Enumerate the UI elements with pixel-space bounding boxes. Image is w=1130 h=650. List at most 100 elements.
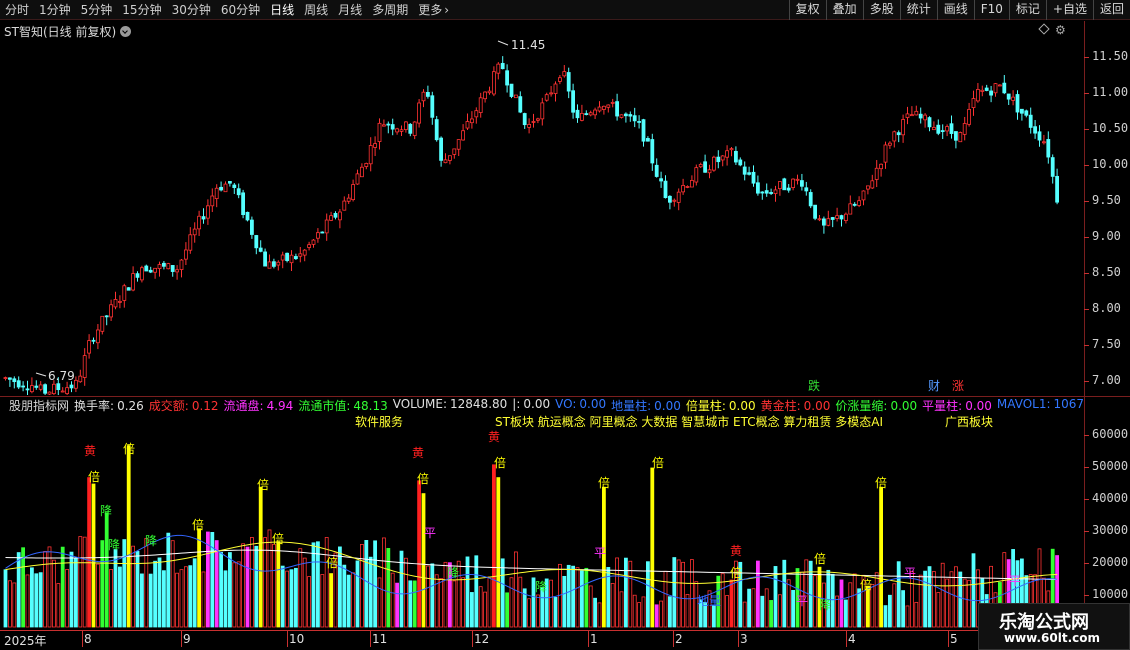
volume-bar xyxy=(197,528,202,628)
toolbar-button-8[interactable]: 返回 xyxy=(1092,0,1130,20)
price-axis-label: 8.00 xyxy=(1092,301,1121,315)
candle-body xyxy=(293,256,298,260)
candle-body xyxy=(808,192,813,207)
toolbar-button-7[interactable]: +自选 xyxy=(1045,0,1093,20)
toolbar-button-0[interactable]: 复权 xyxy=(788,0,826,20)
watermark-url: www.60lt.com xyxy=(1004,631,1101,645)
time-label: 1 xyxy=(590,632,598,646)
indicator-number: 0.00 xyxy=(965,398,992,413)
period-tab-10[interactable]: 更多 › xyxy=(413,0,454,20)
indicator-values: 换手率: 0.26 成交额: 0.12 流通盘: 4.94 流通市值: 48.13 VOLUME… xyxy=(74,397,1084,413)
volume-bar xyxy=(293,567,298,628)
candle-body xyxy=(1042,141,1046,144)
volume-bar xyxy=(791,590,795,628)
price-axis-tick xyxy=(1084,381,1089,382)
indicator-value-2: 流通盘: 4.94 xyxy=(224,397,294,413)
candle-body xyxy=(641,119,646,142)
volume-axis-label: 30000 xyxy=(1092,523,1129,537)
candle-body xyxy=(861,190,866,201)
toolbar-right-buttons: 复权 叠加 多股 统计 画线 F10 标记 +自选 返回 xyxy=(788,0,1130,20)
candle-body xyxy=(738,159,743,166)
candle-body xyxy=(637,121,641,123)
volume-bar xyxy=(461,577,466,628)
volume-bar xyxy=(52,559,56,628)
time-label: 5 xyxy=(950,632,958,646)
candle-body xyxy=(1015,94,1020,113)
volume-chart[interactable]: 软件服务 ST板块 航运概念 阿里概念 大数据 智慧城市 ETC概念 算力租赁 多… xyxy=(0,413,1084,631)
candle-body xyxy=(971,98,976,109)
volume-bar xyxy=(144,538,149,628)
indicator-panel[interactable]: 股朋指标网 换手率: 0.26 成交额: 0.12 流通盘: 4.94 流通市值: 48.13… xyxy=(0,396,1130,630)
signal-label-decrease: 降 xyxy=(145,534,157,548)
candle-body xyxy=(531,121,536,123)
chevron-right-icon[interactable]: › xyxy=(444,3,449,17)
toolbar-button-1[interactable]: 叠加 xyxy=(825,0,863,20)
volume-bar xyxy=(148,573,153,628)
candle-body xyxy=(412,121,417,136)
signal-label-gold: 黄 xyxy=(84,444,96,458)
toolbar-button-2[interactable]: 多股 xyxy=(862,0,900,20)
volume-bar xyxy=(289,569,294,628)
period-tab-8[interactable]: 月线 xyxy=(333,0,367,20)
candle-body xyxy=(373,143,378,148)
volume-bar xyxy=(782,559,787,628)
candle-body xyxy=(932,127,936,131)
indicator-number: 0.00 xyxy=(523,397,551,411)
volume-bar xyxy=(615,557,619,628)
price-chart-panel[interactable]: ST智知(日线 前复权) ⚙ 11.45 6.79 跌财涨 xyxy=(0,21,1130,395)
indicator-name[interactable]: 股朋指标网 xyxy=(9,397,69,413)
candlestick-chart[interactable]: 11.45 6.79 跌 财涨 xyxy=(0,21,1084,395)
signal-label-double: 倍 xyxy=(272,531,284,546)
candle-body xyxy=(602,105,606,110)
volume-bar xyxy=(676,559,681,628)
candle-body xyxy=(514,94,518,99)
concept-label-1: ST板块 航运概念 阿里概念 大数据 智慧城市 ETC概念 算力租赁 多模态AI xyxy=(495,414,883,429)
toolbar-button-3[interactable]: 统计 xyxy=(899,0,937,20)
candle-body xyxy=(452,148,457,155)
candle-body xyxy=(320,231,325,234)
signal-label-gold: 黄 xyxy=(730,544,742,558)
period-tab-9[interactable]: 多周期 xyxy=(367,0,413,20)
period-tab-0[interactable]: 分时 xyxy=(0,0,34,20)
volume-bar xyxy=(395,582,400,628)
candle-body xyxy=(183,249,188,260)
volume-bar xyxy=(280,565,285,628)
period-tab-3[interactable]: 15分钟 xyxy=(117,0,166,20)
indicator-label: 地量柱: xyxy=(611,398,652,413)
indicator-label: 平量柱: xyxy=(922,398,963,413)
candle-body xyxy=(43,384,47,394)
time-tick xyxy=(82,631,83,647)
period-tab-1[interactable]: 1分钟 xyxy=(34,0,76,20)
volume-bar xyxy=(43,551,47,628)
volume-bar xyxy=(355,560,360,628)
toolbar-button-4[interactable]: 画线 xyxy=(936,0,974,20)
volume-bar xyxy=(923,570,927,628)
price-axis-tick xyxy=(1084,57,1089,58)
toolbar-button-5[interactable]: F10 xyxy=(973,0,1009,20)
candle-body xyxy=(725,150,729,158)
signal-label-double: 倍 xyxy=(875,475,887,490)
candle-body xyxy=(241,192,246,216)
toolbar-button-6[interactable]: 标记 xyxy=(1008,0,1046,20)
candle-body xyxy=(205,205,210,219)
period-tab-4[interactable]: 30分钟 xyxy=(167,0,216,20)
volume-bar xyxy=(650,467,655,628)
candle-body xyxy=(663,180,668,199)
candle-body xyxy=(144,265,149,272)
period-tab-5[interactable]: 60分钟 xyxy=(216,0,265,20)
signal-label-ground: 地量 xyxy=(697,594,721,608)
period-tab-6[interactable]: 日线 xyxy=(265,0,299,20)
price-axis-label: 10.50 xyxy=(1092,121,1129,135)
candle-body xyxy=(100,315,105,332)
candle-body xyxy=(980,89,985,92)
title-dropdown-icon[interactable] xyxy=(120,26,132,37)
volume-bar xyxy=(553,597,558,628)
candle-body xyxy=(487,90,492,94)
candle-body xyxy=(998,84,1002,87)
period-tab-7[interactable]: 周线 xyxy=(299,0,333,20)
volume-bar xyxy=(478,586,483,628)
volume-bar xyxy=(958,571,963,628)
period-tab-2[interactable]: 5分钟 xyxy=(76,0,118,20)
candle-body xyxy=(918,113,923,119)
price-axis-tick xyxy=(1084,93,1089,94)
